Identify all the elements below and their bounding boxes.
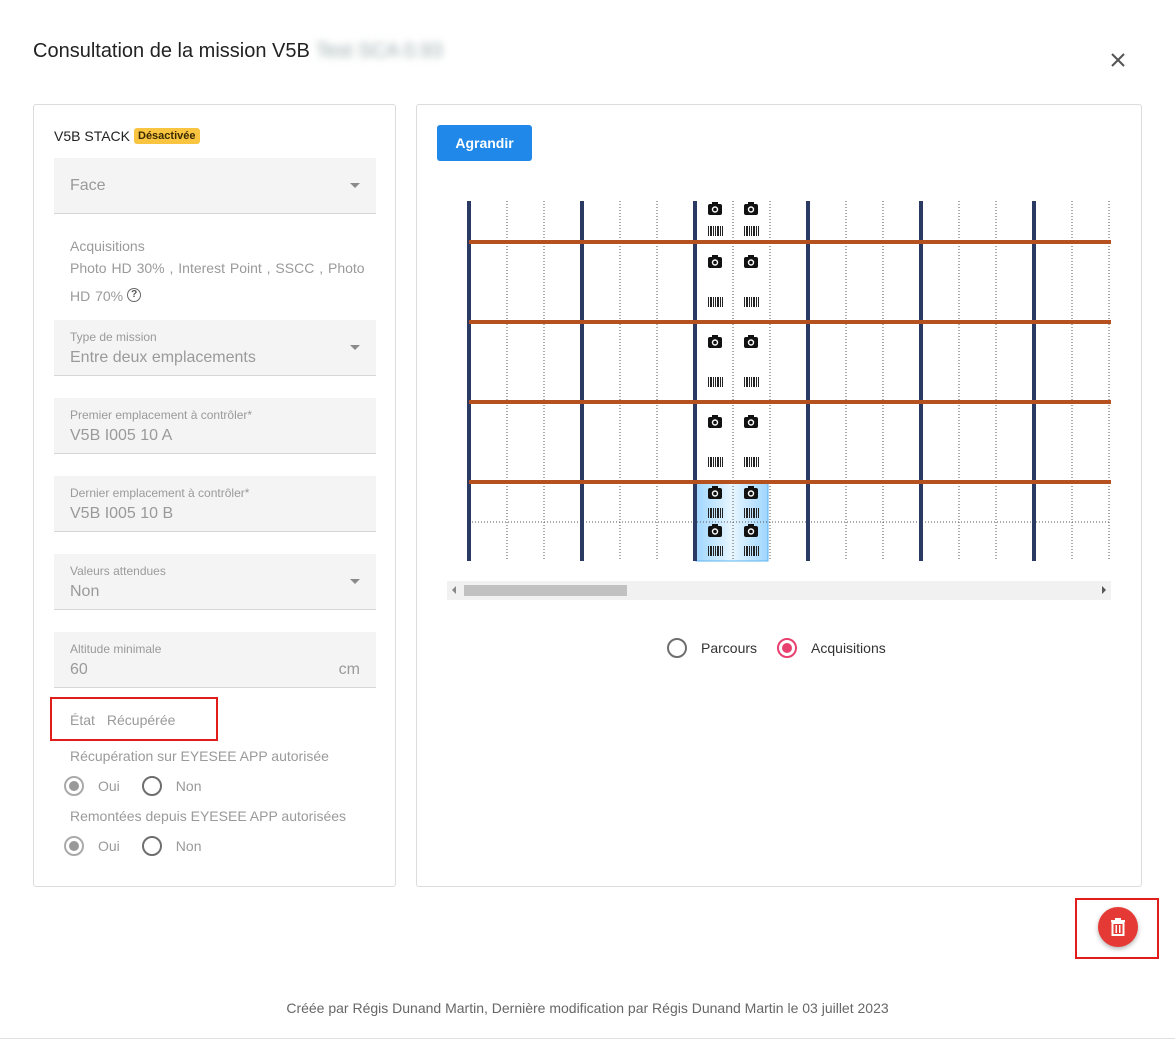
close-button[interactable] (1104, 46, 1132, 74)
acquisitions-value-text: Photo HD 30% , Interest Point , SSCC , P… (70, 260, 365, 304)
state-value: Récupérée (106, 712, 176, 728)
barcode-icon (708, 508, 723, 518)
expected-values-label: Valeurs attendues (70, 564, 166, 578)
camera-icon (708, 335, 722, 348)
view-option-parcours: Parcours (701, 640, 758, 656)
barcode-icon (744, 226, 759, 236)
mission-type-value: Entre deux emplacements (70, 349, 256, 366)
acquisitions-value: Photo HD 30% , Interest Point , SSCC , P… (70, 254, 376, 310)
camera-icon (744, 202, 758, 215)
recovery-option-non: Non (175, 778, 202, 794)
barcode-icon (744, 546, 759, 556)
recovery-radio-non[interactable] (141, 776, 162, 796)
enlarge-button[interactable]: Agrandir (437, 125, 532, 161)
rack-subdivisions (469, 201, 1111, 561)
min-altitude-label: Altitude minimale (70, 642, 162, 656)
last-location-value: V5B I005 10 B (70, 505, 174, 522)
chevron-down-icon (350, 182, 360, 188)
barcode-icon (744, 457, 759, 467)
uploads-radio-non[interactable] (141, 836, 162, 856)
recovery-option-oui: Oui (98, 778, 120, 794)
status-badge: Désactivée (134, 128, 200, 144)
close-icon (1111, 53, 1125, 67)
horizontal-scrollbar[interactable] (447, 581, 1111, 600)
audit-footer: Créée par Régis Dunand Martin, Dernière … (286, 1000, 889, 1016)
dialog-title: Consultation de la mission V5B Test SCA 0… (33, 40, 443, 63)
camera-icon (744, 255, 758, 268)
first-location-label: Premier emplacement à contrôler* (70, 408, 253, 422)
scrollbar-thumb[interactable] (464, 585, 627, 596)
barcode-icon (708, 546, 723, 556)
uploads-label: Remontées depuis EYESEE APP autorisées (70, 808, 347, 824)
barcode-icon (708, 377, 723, 387)
uploads-option-non: Non (175, 838, 202, 854)
chevron-down-icon (350, 578, 360, 584)
last-location-label: Dernier emplacement à contrôler* (70, 486, 250, 500)
view-mode-radio-group: Parcours Acquisitions (667, 638, 906, 658)
state-row: État Récupérée (70, 712, 187, 728)
uploads-option-oui: Oui (98, 838, 120, 854)
help-circle-icon[interactable]: ? (127, 288, 142, 302)
rack-beams (469, 240, 1111, 484)
trash-icon (1111, 918, 1125, 936)
camera-icon (744, 415, 758, 428)
scroll-left-arrow-icon[interactable] (452, 586, 456, 594)
footer-divider (0, 1038, 1175, 1039)
expected-values-select[interactable]: Valeurs attendues Non (54, 554, 376, 610)
recovery-radio-group: Oui Non (64, 776, 223, 796)
min-altitude-value: 60 (70, 661, 88, 678)
first-location-value: V5B I005 10 A (70, 427, 173, 444)
camera-icon (708, 255, 722, 268)
mission-type-select[interactable]: Type de mission Entre deux emplacements (54, 320, 376, 376)
barcode-icon (708, 297, 723, 307)
barcode-icon (744, 297, 759, 307)
barcode-icon (744, 377, 759, 387)
camera-icon (744, 335, 758, 348)
view-radio-acquisitions[interactable] (777, 638, 798, 658)
uploads-radio-oui[interactable] (64, 836, 84, 856)
recovery-radio-oui[interactable] (64, 776, 84, 796)
barcode-icon (708, 457, 723, 467)
stack-label: V5B STACK (54, 128, 130, 144)
stack-row: V5B STACK Désactivée (54, 128, 200, 144)
uploads-radio-group: Oui Non (64, 836, 223, 856)
view-option-acquisitions: Acquisitions (811, 640, 886, 656)
expected-values-value: Non (70, 583, 100, 600)
mission-type-label: Type de mission (70, 330, 157, 344)
min-altitude-unit: cm (338, 661, 360, 678)
dialog-title-text: Consultation de la mission V5B (33, 40, 310, 62)
last-location-field[interactable]: Dernier emplacement à contrôler* V5B I00… (54, 476, 376, 532)
barcode-icon (708, 226, 723, 236)
face-select-value: Face (70, 177, 106, 194)
scroll-right-arrow-icon[interactable] (1102, 586, 1106, 594)
dialog-title-blurred: Test SCA 0.93 (315, 40, 443, 62)
acquisitions-info: Acquisitions Photo HD 30% , Interest Poi… (70, 238, 376, 310)
face-select[interactable]: Face (54, 158, 376, 214)
state-label: État (70, 712, 95, 728)
acquisitions-label: Acquisitions (70, 238, 145, 254)
delete-button[interactable] (1098, 907, 1138, 947)
camera-icon (708, 415, 722, 428)
chevron-down-icon (350, 344, 360, 350)
rack-view-panel: Agrandir Parcours Acquisitions (416, 104, 1142, 887)
recovery-label: Récupération sur EYESEE APP autorisée (70, 748, 329, 764)
barcode-icon (744, 508, 759, 518)
first-location-field[interactable]: Premier emplacement à contrôler* V5B I00… (54, 398, 376, 454)
view-radio-parcours[interactable] (667, 638, 687, 658)
min-altitude-field[interactable]: Altitude minimale 60 cm (54, 632, 376, 688)
camera-icon (708, 202, 722, 215)
rack-diagram[interactable] (447, 201, 1111, 563)
mission-details-panel: V5B STACK Désactivée Face Acquisitions P… (33, 104, 396, 887)
